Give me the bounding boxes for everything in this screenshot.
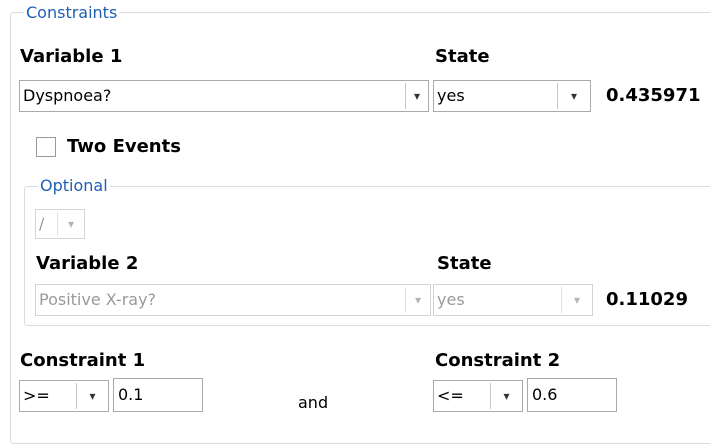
two-events-checkbox[interactable] (36, 137, 56, 157)
state1-probability: 0.435971 (606, 85, 701, 106)
constraint1-label: Constraint 1 (20, 350, 146, 371)
state2-value: yes (437, 290, 465, 309)
constraint2-value-input[interactable]: 0.6 (527, 378, 617, 412)
state2-probability: 0.11029 (606, 289, 688, 310)
constraint2-label: Constraint 2 (435, 350, 561, 371)
state1-value: yes (437, 86, 465, 105)
chevron-down-icon: ▾ (573, 293, 581, 307)
variable2-label: Variable 2 (36, 253, 139, 274)
chevron-down-icon: ▾ (570, 89, 578, 103)
and-connector-label: and (298, 393, 329, 412)
chevron-down-icon: ▾ (414, 293, 422, 307)
chevron-down-icon: ▾ (89, 389, 96, 403)
state2-dropdown[interactable]: yes ▾ (433, 284, 593, 316)
optional-operator-value: / (39, 214, 45, 233)
two-events-label[interactable]: Two Events (67, 136, 181, 158)
variable1-dropdown[interactable]: Dyspnoea? ▾ (19, 80, 429, 112)
variable2-dropdown[interactable]: Positive X-ray? ▾ (35, 284, 431, 316)
optional-group-title: Optional (38, 176, 110, 195)
constraint2-operator-value: <= (437, 386, 464, 405)
state1-label: State (435, 46, 490, 67)
constraint1-value-input[interactable]: 0.1 (113, 378, 203, 412)
optional-operator-dropdown[interactable]: / ▾ (35, 209, 85, 239)
state2-label: State (437, 253, 492, 274)
constraint1-operator-dropdown[interactable]: >= ▾ (19, 380, 109, 412)
variable2-value: Positive X-ray? (39, 290, 157, 309)
constraint2-value: 0.6 (532, 385, 558, 404)
constraints-group-title: Constraints (24, 3, 120, 22)
state1-dropdown[interactable]: yes ▾ (433, 80, 591, 112)
variable1-value: Dyspnoea? (23, 86, 112, 105)
chevron-down-icon: ▾ (67, 217, 75, 231)
variable1-label: Variable 1 (20, 46, 123, 67)
constraint2-operator-dropdown[interactable]: <= ▾ (433, 380, 523, 412)
constraint1-operator-value: >= (23, 386, 50, 405)
chevron-down-icon: ▾ (503, 389, 510, 403)
constraint1-value: 0.1 (118, 385, 144, 404)
chevron-down-icon: ▾ (413, 89, 421, 103)
